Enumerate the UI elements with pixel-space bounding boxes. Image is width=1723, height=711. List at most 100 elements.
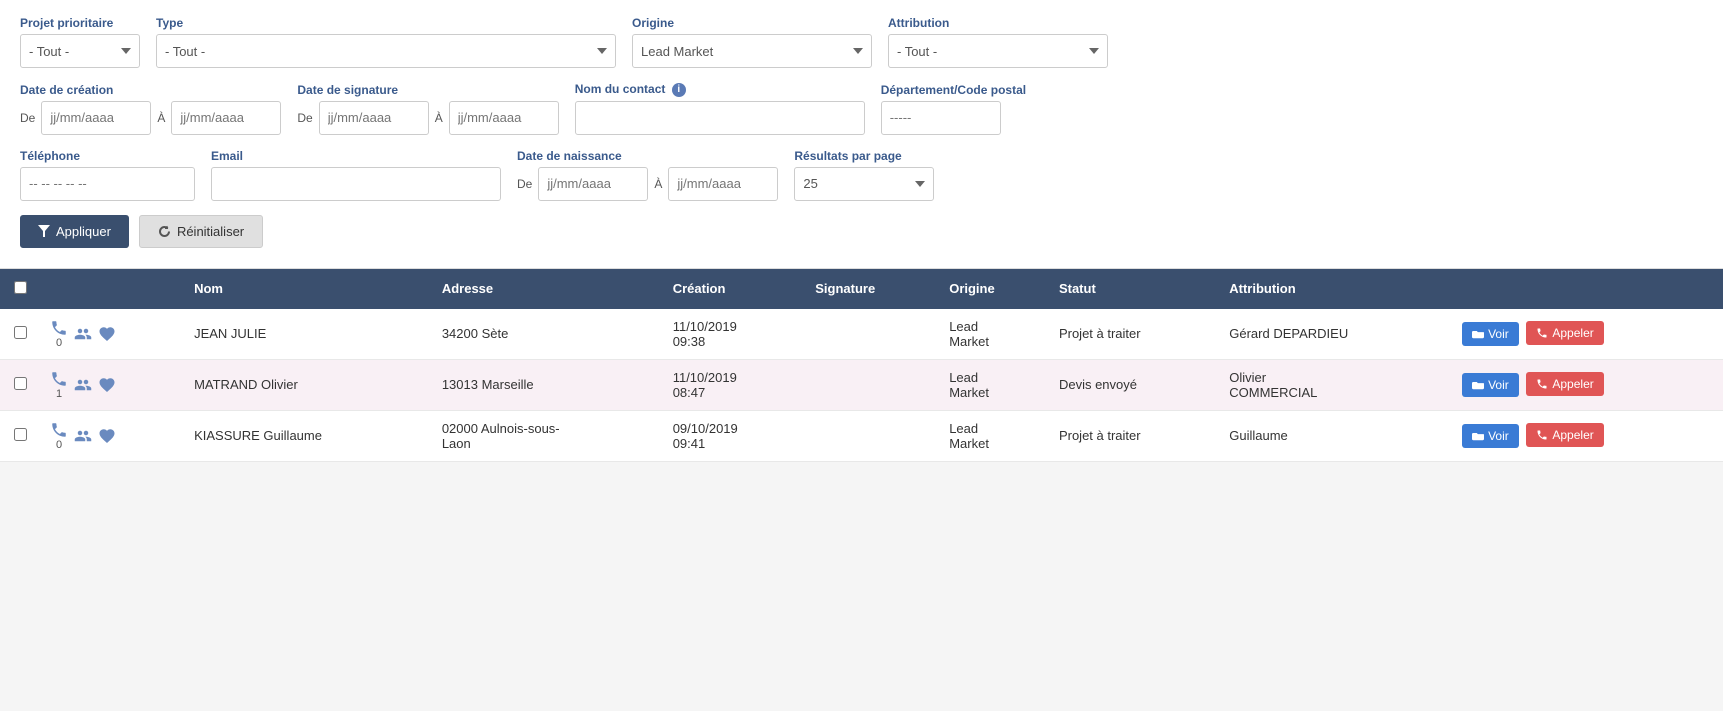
- row-creation: 11/10/201909:38: [663, 309, 806, 360]
- row-signature: [805, 309, 939, 360]
- call-count: 0: [56, 439, 62, 451]
- header-statut: Statut: [1049, 269, 1219, 309]
- departement-input[interactable]: [881, 101, 1001, 135]
- phone-call-icon: [1536, 429, 1548, 441]
- date-signature-a-label: À: [435, 111, 443, 125]
- row-statut: Projet à traiter: [1049, 309, 1219, 360]
- header-origine: Origine: [939, 269, 1049, 309]
- row-icons-cell: 0: [40, 410, 184, 461]
- row-checkbox[interactable]: [14, 377, 27, 390]
- projet-prioritaire-label: Projet prioritaire: [20, 16, 140, 30]
- resultats-par-page-select[interactable]: 10 25 50 100: [794, 167, 934, 201]
- row-actions: Voir Appeler: [1452, 309, 1723, 360]
- row-attribution: Gérard DEPARDIEU: [1219, 309, 1452, 360]
- row-origine: LeadMarket: [939, 410, 1049, 461]
- resultats-par-page-label: Résultats par page: [794, 149, 934, 163]
- projet-prioritaire-select[interactable]: - Tout -: [20, 34, 140, 68]
- attribution-select[interactable]: - Tout -: [888, 34, 1108, 68]
- voir-button[interactable]: Voir: [1462, 373, 1519, 397]
- heart-icon: [98, 325, 116, 343]
- folder-icon: [1472, 431, 1484, 441]
- date-naissance-de-label: De: [517, 177, 532, 191]
- reset-button[interactable]: Réinitialiser: [139, 215, 263, 248]
- date-creation-label: Date de création: [20, 83, 281, 97]
- resultats-par-page-group: Résultats par page 10 25 50 100: [794, 149, 934, 201]
- row-icons: 0: [50, 319, 174, 349]
- row-checkbox[interactable]: [14, 428, 27, 441]
- date-signature-de-label: De: [297, 111, 312, 125]
- row-actions: Voir Appeler: [1452, 410, 1723, 461]
- folder-icon: [1472, 329, 1484, 339]
- date-creation-de-label: De: [20, 111, 35, 125]
- row-icons: 1: [50, 370, 174, 400]
- group-icon: [74, 376, 92, 394]
- appeler-button[interactable]: Appeler: [1526, 423, 1603, 447]
- voir-button[interactable]: Voir: [1462, 424, 1519, 448]
- row-checkbox-cell: [0, 359, 40, 410]
- group-icon: [74, 427, 92, 445]
- header-checkbox-col: [0, 269, 40, 309]
- date-creation-a-input[interactable]: [171, 101, 281, 135]
- email-input[interactable]: [211, 167, 501, 201]
- row-attribution: Guillaume: [1219, 410, 1452, 461]
- date-naissance-a-input[interactable]: [668, 167, 778, 201]
- table-row: 0 JEAN JULIE 34200 Sète 11/10/201909:38 …: [0, 309, 1723, 360]
- type-group: Type - Tout -: [156, 16, 616, 68]
- appeler-button[interactable]: Appeler: [1526, 321, 1603, 345]
- row-creation: 09/10/201909:41: [663, 410, 806, 461]
- nom-contact-info-icon: i: [672, 83, 686, 97]
- date-signature-label: Date de signature: [297, 83, 558, 97]
- type-select[interactable]: - Tout -: [156, 34, 616, 68]
- row-attribution: OlivierCOMMERCIAL: [1219, 359, 1452, 410]
- appeler-button[interactable]: Appeler: [1526, 372, 1603, 396]
- date-creation-de-input[interactable]: [41, 101, 151, 135]
- origine-select[interactable]: - Tout - Lead Market: [632, 34, 872, 68]
- nom-contact-input[interactable]: [575, 101, 865, 135]
- origine-group: Origine - Tout - Lead Market: [632, 16, 872, 68]
- table-row: 1 MATRAND Olivier 13013 Marseille 11/10/…: [0, 359, 1723, 410]
- header-actions: [1452, 269, 1723, 309]
- table-body: 0 JEAN JULIE 34200 Sète 11/10/201909:38 …: [0, 309, 1723, 462]
- voir-button[interactable]: Voir: [1462, 322, 1519, 346]
- header-attribution: Attribution: [1219, 269, 1452, 309]
- apply-button[interactable]: Appliquer: [20, 215, 129, 248]
- row-actions: Voir Appeler: [1452, 359, 1723, 410]
- attribution-group: Attribution - Tout -: [888, 16, 1108, 68]
- type-label: Type: [156, 16, 616, 30]
- table-header: Nom Adresse Création Signature Origine S…: [0, 269, 1723, 309]
- date-creation-a-label: À: [157, 111, 165, 125]
- header-nom: Nom: [184, 269, 432, 309]
- results-table-section: Nom Adresse Création Signature Origine S…: [0, 269, 1723, 462]
- filter-row-2: Date de création De À Date de signature …: [20, 82, 1703, 135]
- date-naissance-inputs: De À: [517, 167, 778, 201]
- origine-label: Origine: [632, 16, 872, 30]
- button-row: Appliquer Réinitialiser: [20, 215, 1703, 248]
- select-all-checkbox[interactable]: [14, 281, 27, 294]
- date-naissance-de-input[interactable]: [538, 167, 648, 201]
- departement-label: Département/Code postal: [881, 83, 1026, 97]
- row-adresse: 34200 Sète: [432, 309, 663, 360]
- row-origine: LeadMarket: [939, 359, 1049, 410]
- call-info: 0: [50, 319, 68, 349]
- phone-call-icon: [1536, 327, 1548, 339]
- header-signature: Signature: [805, 269, 939, 309]
- date-naissance-label: Date de naissance: [517, 149, 778, 163]
- date-naissance-group: Date de naissance De À: [517, 149, 778, 201]
- date-signature-a-input[interactable]: [449, 101, 559, 135]
- heart-icon: [98, 427, 116, 445]
- row-checkbox-cell: [0, 309, 40, 360]
- row-icons-cell: 1: [40, 359, 184, 410]
- filter-panel: Projet prioritaire - Tout - Type - Tout …: [0, 0, 1723, 269]
- row-adresse: 02000 Aulnois-sous-Laon: [432, 410, 663, 461]
- projet-prioritaire-group: Projet prioritaire - Tout -: [20, 16, 140, 68]
- nom-contact-label: Nom du contact i: [575, 82, 865, 97]
- header-adresse: Adresse: [432, 269, 663, 309]
- group-icon: [74, 325, 92, 343]
- call-count: 0: [56, 337, 62, 349]
- telephone-input[interactable]: [20, 167, 195, 201]
- phone-icon: [50, 370, 68, 388]
- email-label: Email: [211, 149, 501, 163]
- date-signature-de-input[interactable]: [319, 101, 429, 135]
- row-checkbox[interactable]: [14, 326, 27, 339]
- attribution-label: Attribution: [888, 16, 1108, 30]
